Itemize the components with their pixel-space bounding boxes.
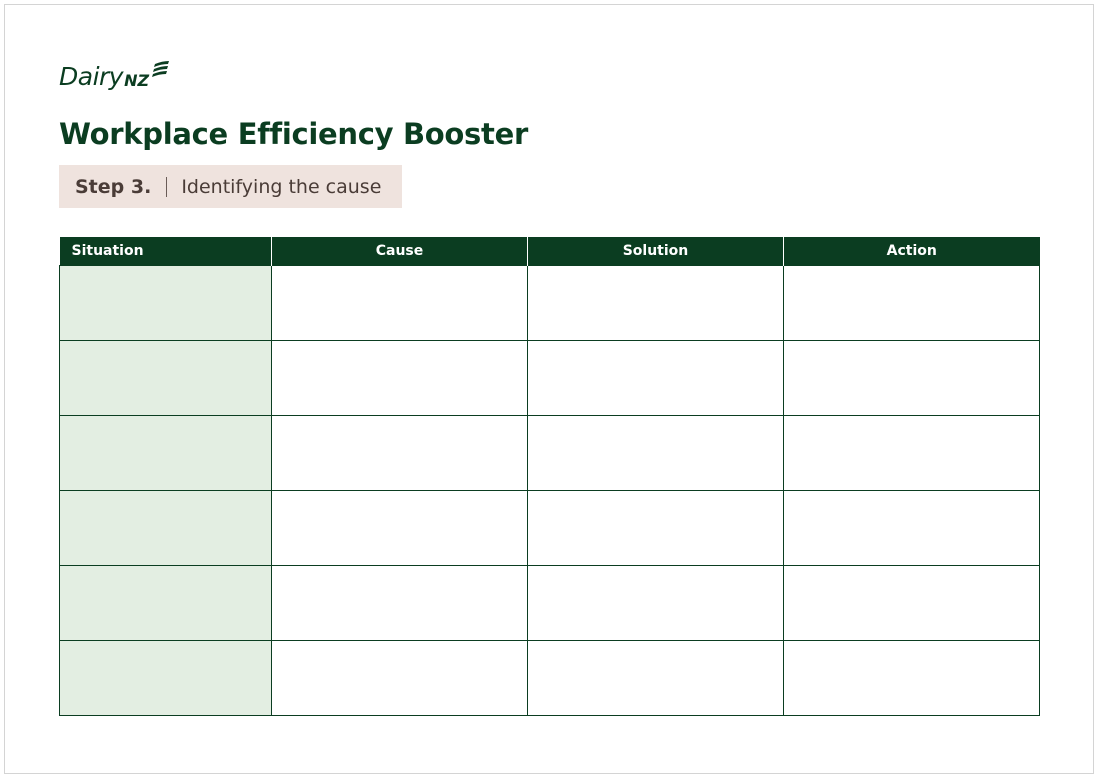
header-action: Action [783, 237, 1040, 265]
action-cell[interactable] [783, 564, 1040, 641]
situation-cell[interactable] [59, 639, 272, 716]
table-row [59, 489, 1040, 566]
table-row [59, 264, 1040, 341]
logo-wordmark: Dairy [59, 62, 124, 91]
situation-cell[interactable] [59, 489, 272, 566]
solution-cell[interactable] [527, 489, 784, 566]
cause-cell[interactable] [271, 339, 528, 416]
situation-cell[interactable] [59, 264, 272, 341]
solution-cell[interactable] [527, 339, 784, 416]
situation-cell[interactable] [59, 564, 272, 641]
action-cell[interactable] [783, 489, 1040, 566]
header-cause: Cause [271, 237, 528, 265]
header-solution: Solution [527, 237, 784, 265]
solution-cell[interactable] [527, 564, 784, 641]
logo-wordmark-suffix: NZ [124, 71, 150, 90]
solution-cell[interactable] [527, 414, 784, 491]
cause-cell[interactable] [271, 639, 528, 716]
action-cell[interactable] [783, 639, 1040, 716]
dairynz-logo: Dairy NZ [59, 60, 171, 92]
table-row [59, 414, 1040, 491]
cause-cell[interactable] [271, 564, 528, 641]
table-row [59, 564, 1040, 641]
worksheet-table: Situation Cause Solution Action [59, 237, 1040, 716]
header-situation: Situation [59, 237, 272, 265]
table-body [59, 264, 1040, 716]
step-label: Identifying the cause [181, 175, 382, 198]
cause-cell[interactable] [271, 414, 528, 491]
action-cell[interactable] [783, 339, 1040, 416]
situation-cell[interactable] [59, 339, 272, 416]
table-header-row: Situation Cause Solution Action [59, 237, 1040, 265]
table-row [59, 339, 1040, 416]
cause-cell[interactable] [271, 489, 528, 566]
step-banner: Step 3. Identifying the cause [59, 165, 402, 208]
step-number: Step 3. [75, 175, 152, 198]
solution-cell[interactable] [527, 264, 784, 341]
situation-cell[interactable] [59, 414, 272, 491]
action-cell[interactable] [783, 414, 1040, 491]
step-divider [166, 176, 168, 197]
page-title: Workplace Efficiency Booster [59, 117, 528, 151]
cause-cell[interactable] [271, 264, 528, 341]
logo-swoosh-icon [152, 61, 170, 77]
table-row [59, 639, 1040, 716]
action-cell[interactable] [783, 264, 1040, 341]
solution-cell[interactable] [527, 639, 784, 716]
